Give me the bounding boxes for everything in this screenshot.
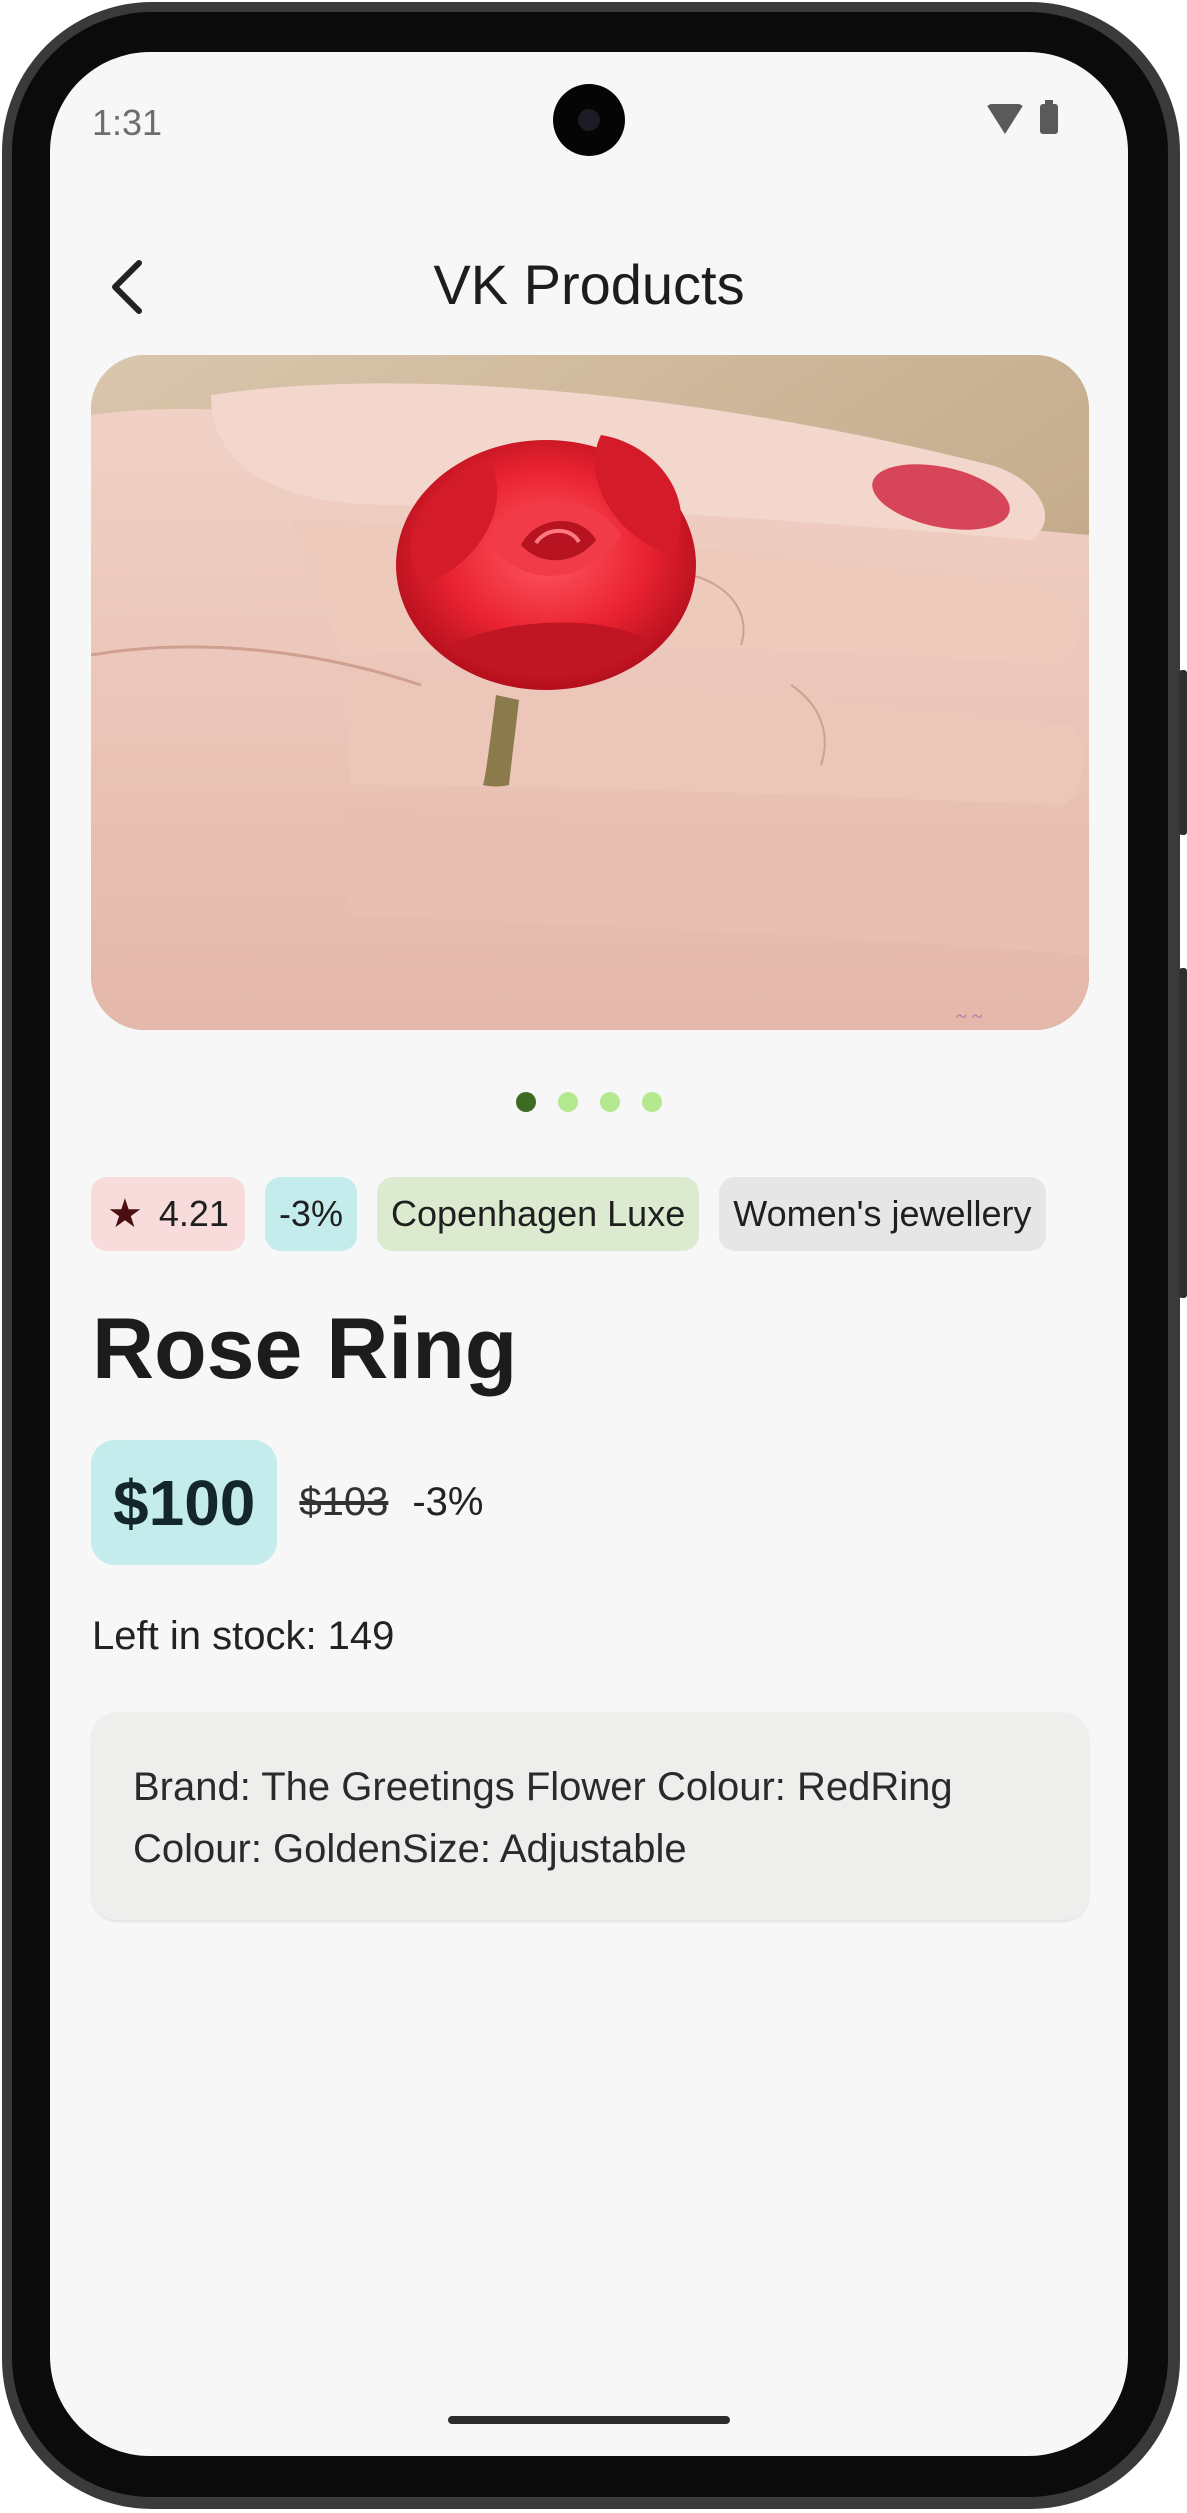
price-discount: -3% (412, 1480, 484, 1524)
screen: 1:31 VK Products ~ ~ ★ 4.21 -3% Copenhag… (50, 52, 1128, 2456)
description-card: Brand: The Greetings Flower Colour: RedR… (91, 1712, 1089, 1920)
current-price-value: $100 (113, 1466, 256, 1539)
category-chip[interactable]: Women's jewellery (719, 1177, 1046, 1251)
rating-value: 4.21 (158, 1193, 229, 1234)
product-name: Rose Ring (92, 1301, 518, 1397)
image-pager-dots (50, 1092, 1128, 1112)
product-chips: ★ 4.21 -3% Copenhagen Luxe Women's jewel… (91, 1177, 1046, 1251)
category-chip-label: Women's jewellery (733, 1193, 1032, 1234)
wifi-icon (986, 104, 1024, 134)
product-image[interactable]: ~ ~ (91, 355, 1089, 1030)
svg-text:~ ~: ~ ~ (956, 1006, 983, 1028)
page-title: VK Products (433, 253, 745, 316)
power-button (1179, 968, 1187, 1298)
rating-chip: ★ 4.21 (91, 1177, 245, 1251)
top-app-bar: VK Products (50, 232, 1128, 342)
stock-label: Left in stock: 149 (92, 1614, 395, 1658)
description-line-2: Colour: GoldenSize: Adjustable (133, 1827, 687, 1871)
status-icons (986, 100, 1058, 134)
pager-dot[interactable] (516, 1092, 536, 1112)
brand-chip-label: Copenhagen Luxe (390, 1193, 686, 1234)
battery-icon (1040, 100, 1058, 134)
volume-button (1179, 670, 1187, 835)
description-line-1: Brand: The Greetings Flower Colour: RedR… (133, 1765, 953, 1809)
status-time: 1:31 (92, 102, 163, 143)
pager-dot[interactable] (642, 1092, 662, 1112)
price-row: $100 $103 -3% (91, 1440, 484, 1565)
home-indicator[interactable] (448, 2416, 730, 2424)
discount-chip-label: -3% (278, 1193, 343, 1234)
device-frame: 1:31 VK Products ~ ~ ★ 4.21 -3% Copenhag… (0, 0, 1187, 2513)
old-price: $103 (299, 1480, 389, 1524)
pager-dot[interactable] (600, 1092, 620, 1112)
current-price: $100 (91, 1440, 278, 1565)
brand-chip[interactable]: Copenhagen Luxe (376, 1177, 700, 1251)
front-camera (553, 84, 625, 156)
pager-dot[interactable] (558, 1092, 578, 1112)
product-photo: ~ ~ (91, 355, 1089, 1030)
discount-chip: -3% (264, 1177, 357, 1251)
star-icon: ★ (107, 1192, 143, 1236)
